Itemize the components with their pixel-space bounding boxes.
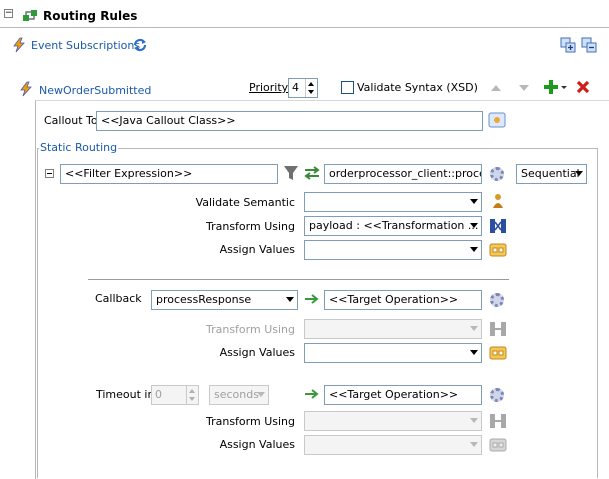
timeout-target-field[interactable]: <<Target Operation>> bbox=[324, 385, 482, 405]
refresh-icon[interactable] bbox=[131, 36, 149, 54]
expand-all-icon[interactable] bbox=[560, 37, 576, 53]
callback-label: Callback bbox=[95, 292, 142, 305]
page-title: Routing Rules bbox=[43, 9, 138, 23]
callback-transform-label: Transform Using bbox=[205, 323, 295, 336]
transform-mapper-icon[interactable] bbox=[489, 217, 507, 235]
arrow-up-icon[interactable] bbox=[488, 80, 504, 96]
execution-type-select[interactable]: Sequential bbox=[516, 164, 587, 184]
callback-transform-select[interactable] bbox=[304, 319, 482, 339]
timeout-assign-icon[interactable] bbox=[489, 436, 507, 454]
priority-stepper[interactable]: 4 bbox=[288, 78, 318, 98]
lightning-icon bbox=[11, 37, 27, 53]
callback-assign-select[interactable] bbox=[304, 343, 482, 363]
static-routing-legend: Static Routing bbox=[39, 141, 119, 154]
callback-route-icon bbox=[303, 292, 321, 306]
rule-name-link[interactable]: NewOrderSubmitted bbox=[39, 84, 151, 97]
swap-icon[interactable] bbox=[303, 164, 321, 182]
timeout-transform-label: Transform Using bbox=[205, 415, 295, 428]
callback-transform-mapper-icon[interactable] bbox=[489, 320, 507, 338]
target-service-field[interactable]: orderprocessor_client::process bbox=[324, 164, 482, 184]
validate-syntax-checkbox[interactable] bbox=[341, 81, 354, 94]
callback-assign-label: Assign Values bbox=[219, 346, 295, 359]
collapse-all-icon[interactable] bbox=[581, 37, 597, 53]
timeout-gear-icon[interactable] bbox=[488, 386, 506, 404]
section-divider bbox=[88, 279, 509, 280]
timeout-route-icon bbox=[303, 387, 321, 401]
filter-expression-field[interactable]: <<Filter Expression>> bbox=[60, 164, 278, 184]
browse-callout-icon[interactable] bbox=[488, 111, 506, 129]
delete-icon[interactable] bbox=[575, 79, 591, 95]
transform-using-select[interactable]: payload : <<Transformation ... bbox=[304, 216, 482, 236]
callout-label: Callout To bbox=[44, 114, 98, 127]
priority-label: Priority bbox=[249, 81, 289, 94]
add-icon[interactable] bbox=[542, 78, 568, 96]
header-divider bbox=[0, 27, 609, 28]
gear-icon[interactable] bbox=[488, 165, 506, 183]
timeout-transform-select[interactable] bbox=[304, 411, 482, 431]
collapse-toggle[interactable]: − bbox=[4, 9, 13, 18]
assign-values-select[interactable] bbox=[304, 240, 482, 260]
validate-semantic-select[interactable] bbox=[304, 192, 482, 212]
transform-using-label: Transform Using bbox=[205, 220, 295, 233]
event-subscriptions-link[interactable]: Event Subscriptions bbox=[31, 39, 140, 52]
filter-icon[interactable] bbox=[283, 164, 299, 182]
priority-value: 4 bbox=[292, 81, 299, 94]
callback-gear-icon[interactable] bbox=[488, 291, 506, 309]
arrow-down-icon[interactable] bbox=[516, 80, 532, 96]
timeout-assign-select[interactable] bbox=[304, 435, 482, 455]
timeout-unit-select[interactable]: seconds bbox=[209, 385, 269, 405]
assign-values-label: Assign Values bbox=[219, 243, 295, 256]
timeout-transform-mapper-icon[interactable] bbox=[489, 412, 507, 430]
assign-values-icon[interactable] bbox=[489, 241, 507, 259]
callback-select[interactable]: processResponse bbox=[151, 290, 298, 310]
validate-semantic-label: Validate Semantic bbox=[195, 196, 295, 209]
validate-semantic-icon[interactable] bbox=[490, 192, 506, 210]
callout-field[interactable]: <<Java Callout Class>> bbox=[96, 111, 483, 131]
validate-syntax-label: Validate Syntax (XSD) bbox=[357, 81, 478, 94]
rule-lightning-icon bbox=[18, 81, 34, 97]
timeout-value: 0 bbox=[155, 388, 162, 401]
routing-rules-icon bbox=[22, 7, 38, 23]
timeout-assign-label: Assign Values bbox=[219, 438, 295, 451]
timeout-label: Timeout in bbox=[96, 388, 155, 401]
routing-collapse-toggle[interactable] bbox=[45, 169, 54, 178]
callback-target-field[interactable]: <<Target Operation>> bbox=[324, 290, 482, 310]
timeout-stepper[interactable]: 0 bbox=[151, 385, 199, 405]
callback-assign-icon[interactable] bbox=[489, 344, 507, 362]
